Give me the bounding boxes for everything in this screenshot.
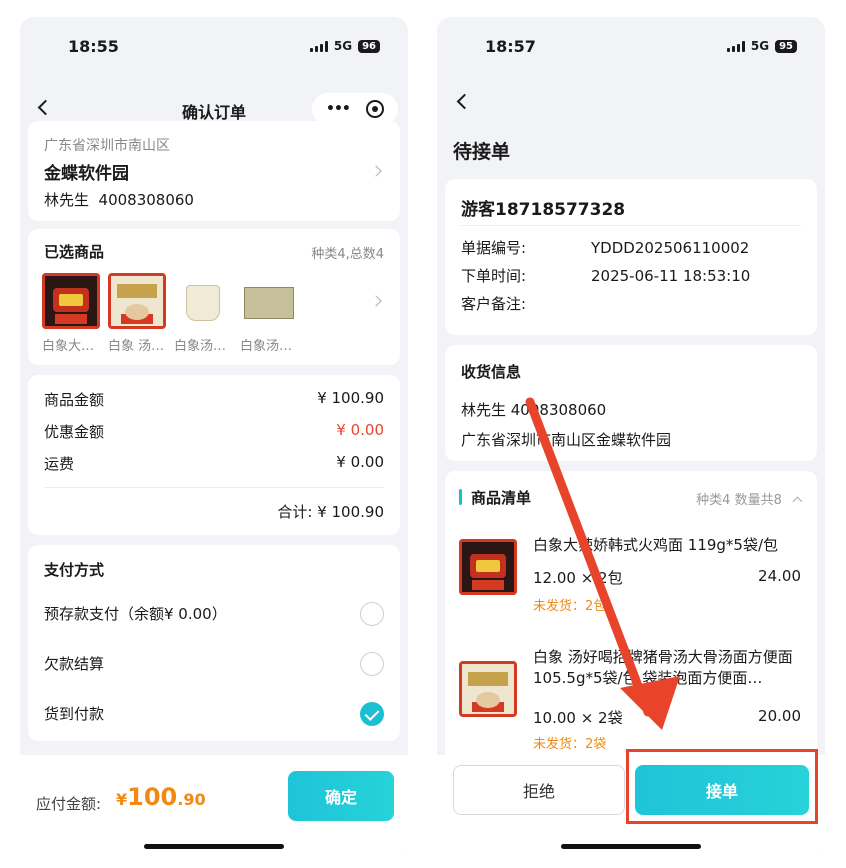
- radio-cod-checked[interactable]: [360, 702, 384, 726]
- order-number: YDDD202506110002: [591, 239, 750, 257]
- chevron-right-icon: [370, 295, 382, 307]
- noodle-pack-red-icon: [42, 273, 100, 329]
- battery-icon: 96: [358, 39, 380, 53]
- goods-pending: 未发货：2包: [533, 599, 607, 614]
- goods-list-item[interactable]: 白象 汤好喝招牌猪骨汤大骨汤面方便面 105.5g*5袋/包 袋装泡面方便面… …: [445, 647, 817, 757]
- amount-total: 合计: ¥ 100.90: [277, 503, 384, 521]
- chevron-up-icon[interactable]: [792, 496, 803, 507]
- goods-qty: 10.00 × 2袋: [533, 709, 623, 727]
- noodle-cup-icon: [174, 273, 232, 329]
- confirm-button[interactable]: 确定: [288, 771, 394, 821]
- amount-row-discount: 优惠金额 ¥ 0.00: [44, 421, 384, 441]
- goods-list-card: 商品清单 种类4 数量共8 白象大辣娇韩式火鸡面 119g*5袋/包 12.00…: [445, 471, 817, 761]
- goods-label-4: 白象汤…: [240, 339, 293, 354]
- order-time-row: 下单时间: 2025-06-11 18:53:10: [461, 267, 751, 285]
- goods-thumb-1: [42, 273, 100, 329]
- payment-card: 支付方式 预存款支付（余额¥ 0.00） 欠款结算 货到付款: [28, 545, 400, 741]
- goods-qty: 12.00 × 2包: [533, 569, 623, 587]
- divider: [461, 225, 801, 226]
- customer-name: 游客18718577328: [461, 200, 626, 220]
- goods-summary: 种类4,总数4: [311, 247, 384, 262]
- selected-goods-card[interactable]: 已选商品 种类4,总数4 白象大… 白象 汤… 白象汤… 白象汤…: [28, 229, 400, 365]
- order-time: 2025-06-11 18:53:10: [591, 267, 751, 285]
- goods-list-summary[interactable]: 种类4 数量共8: [696, 489, 803, 508]
- radio-credit[interactable]: [360, 652, 384, 676]
- status-bar: 18:57 5G 95: [437, 17, 825, 73]
- chevron-right-icon: [370, 165, 382, 177]
- order-remark-row: 客户备注:: [461, 295, 527, 313]
- noodle-box-icon: [240, 273, 298, 329]
- battery-icon: 95: [775, 39, 797, 53]
- divider: [44, 487, 384, 488]
- goods-thumb-3: [174, 273, 232, 329]
- payment-option-credit[interactable]: 欠款结算: [28, 639, 400, 685]
- network-label: 5G: [750, 39, 770, 53]
- discount-value: ¥ 0.00: [336, 421, 384, 439]
- noodle-pack-red-icon: [459, 539, 517, 595]
- goods-thumb: [459, 539, 517, 595]
- status-bar: 18:55 5G 96: [20, 17, 408, 73]
- goods-name: 白象 汤好喝招牌猪骨汤大骨汤面方便面 105.5g*5袋/包 袋装泡面方便面…: [533, 648, 793, 687]
- accept-highlight-box: [626, 749, 818, 824]
- goods-total: 24.00: [758, 567, 801, 585]
- checkout-footer: 应付金额: ¥100.90 确定: [20, 755, 408, 857]
- goods-label-1: 白象大…: [42, 339, 95, 354]
- payment-option-cod[interactable]: 货到付款: [28, 689, 400, 735]
- goods-list-item[interactable]: 白象大辣娇韩式火鸡面 119g*5袋/包 12.00 × 2包 24.00 未发…: [445, 529, 817, 629]
- delivery-address: 广东省深圳市南山区金蝶软件园: [461, 431, 672, 449]
- section-accent-bar: [459, 489, 462, 505]
- status-time: 18:57: [485, 37, 536, 56]
- address-place: 金蝶软件园: [44, 164, 129, 184]
- close-target-icon[interactable]: [365, 100, 384, 118]
- order-info-card: 游客18718577328 单据编号: YDDD202506110002 下单时间…: [445, 179, 817, 335]
- payable-amount: ¥100.90: [116, 783, 206, 811]
- goods-list-title: 商品清单: [471, 489, 532, 507]
- goods-thumb-4: [240, 273, 298, 329]
- delivery-contact: 林先生 4008308060: [461, 401, 607, 419]
- checkout-screen: 18:55 5G 96 确认订单 ••• 广东省深圳市南山区 金蝶软件园 林先生…: [20, 17, 408, 857]
- reject-button[interactable]: 拒绝: [453, 765, 625, 815]
- payable-label: 应付金额:: [36, 795, 102, 813]
- more-dots-icon[interactable]: •••: [326, 101, 351, 117]
- order-number-row: 单据编号: YDDD202506110002: [461, 239, 750, 257]
- amount-row-shipping: 运费 ¥ 0.00: [44, 453, 384, 473]
- delivery-card: 收货信息 林先生 4008308060 广东省深圳市南山区金蝶软件园: [445, 345, 817, 461]
- address-contact: 林先生 4008308060: [44, 191, 194, 209]
- noodle-pack-cream-icon: [459, 661, 517, 717]
- goods-title: 已选商品: [44, 243, 105, 261]
- payment-title: 支付方式: [44, 561, 105, 579]
- amounts-card: 商品金额 ¥ 100.90 优惠金额 ¥ 0.00 运费 ¥ 0.00 合计: ¥ 1…: [28, 375, 400, 535]
- page-title: 待接单: [453, 141, 511, 163]
- radio-prepaid[interactable]: [360, 602, 384, 626]
- goods-label-3: 白象汤…: [174, 339, 227, 354]
- goods-label-2: 白象 汤…: [108, 339, 165, 354]
- goods-name: 白象大辣娇韩式火鸡面 119g*5袋/包: [533, 536, 779, 554]
- goods-thumb-2: [108, 273, 166, 329]
- home-indicator: [144, 844, 284, 849]
- amount-row-goods: 商品金额 ¥ 100.90: [44, 389, 384, 409]
- pending-order-screen: 18:57 5G 95 待接单 游客18718577328 单据编号: YDDD2…: [437, 17, 825, 857]
- delivery-title: 收货信息: [461, 363, 522, 381]
- address-region: 广东省深圳市南山区: [44, 138, 170, 154]
- goods-thumb: [459, 661, 517, 717]
- home-indicator: [561, 844, 701, 849]
- address-card[interactable]: 广东省深圳市南山区 金蝶软件园 林先生 4008308060: [28, 121, 400, 221]
- payment-option-prepaid[interactable]: 预存款支付（余额¥ 0.00）: [28, 589, 400, 635]
- network-label: 5G: [333, 39, 353, 53]
- signal-icon: [726, 40, 745, 52]
- noodle-pack-cream-icon: [108, 273, 166, 329]
- goods-pending: 未发货：2袋: [533, 737, 607, 752]
- signal-icon: [309, 40, 328, 52]
- back-icon[interactable]: [456, 93, 473, 110]
- status-time: 18:55: [68, 37, 119, 56]
- goods-total: 20.00: [758, 707, 801, 725]
